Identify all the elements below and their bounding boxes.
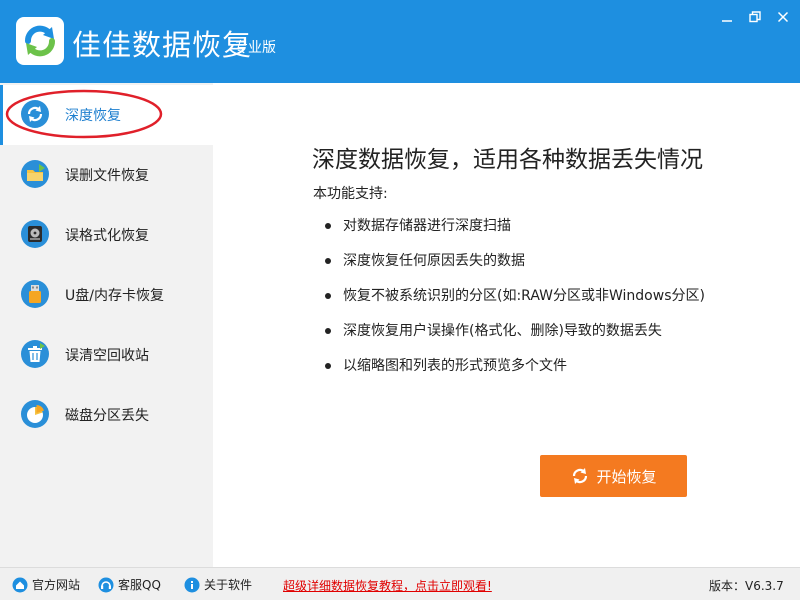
list-item: 以缩略图和列表的形式预览多个文件 bbox=[323, 354, 783, 389]
tutorial-promo-link[interactable]: 超级详细数据恢复教程，点击立即观看! bbox=[283, 577, 492, 594]
start-recovery-label: 开始恢复 bbox=[596, 467, 657, 486]
bullet-icon bbox=[325, 223, 331, 229]
page-title: 深度数据恢复，适用各种数据丢失情况 bbox=[312, 147, 703, 173]
recycle-bin-icon bbox=[21, 340, 49, 368]
list-item: 恢复不被系统识别的分区(如:RAW分区或非Windows分区) bbox=[323, 284, 783, 319]
sidebar-item-label: 误删文件恢复 bbox=[65, 168, 149, 184]
usb-drive-icon bbox=[21, 280, 49, 308]
sidebar-item-label: 深度恢复 bbox=[65, 108, 121, 124]
headset-icon bbox=[98, 577, 114, 592]
refresh-icon bbox=[21, 100, 49, 128]
list-item: 深度恢复用户误操作(格式化、删除)导致的数据丢失 bbox=[323, 319, 783, 354]
list-item: 深度恢复任何原因丢失的数据 bbox=[323, 249, 783, 284]
title-bar: 佳佳数据恢复 专业版 bbox=[0, 0, 800, 83]
service-qq-link[interactable]: 客服QQ bbox=[98, 576, 161, 593]
official-site-link[interactable]: 官方网站 bbox=[12, 576, 80, 593]
app-name: 佳佳数据恢复 bbox=[72, 28, 253, 62]
home-icon bbox=[12, 577, 28, 592]
bullet-icon bbox=[325, 258, 331, 264]
sidebar: 深度恢复 误删文件恢复 误格式化恢复 U盘/内存卡恢复 误清空回收站 磁盘分区丢… bbox=[0, 83, 213, 567]
app-edition: 专业版 bbox=[234, 40, 276, 56]
app-logo-icon bbox=[16, 17, 64, 65]
restore-icon bbox=[749, 11, 761, 23]
sidebar-item-label: U盘/内存卡恢复 bbox=[65, 288, 164, 304]
sidebar-item-label: 误清空回收站 bbox=[65, 348, 149, 364]
sidebar-item-label: 误格式化恢复 bbox=[65, 228, 149, 244]
close-button[interactable] bbox=[772, 6, 794, 28]
minimize-button[interactable] bbox=[716, 6, 738, 28]
sidebar-item-recycle-bin-recovery[interactable]: 误清空回收站 bbox=[0, 325, 213, 385]
sidebar-item-deleted-file-recovery[interactable]: 误删文件恢复 bbox=[0, 145, 213, 205]
close-icon bbox=[777, 11, 789, 23]
bullet-icon bbox=[325, 328, 331, 334]
folder-icon bbox=[21, 160, 49, 188]
sidebar-item-label: 磁盘分区丢失 bbox=[65, 408, 149, 424]
info-icon bbox=[184, 577, 200, 592]
list-item: 对数据存储器进行深度扫描 bbox=[323, 214, 783, 249]
pie-chart-icon bbox=[21, 400, 49, 428]
restore-button[interactable] bbox=[744, 6, 766, 28]
sidebar-item-deep-recovery[interactable]: 深度恢复 bbox=[0, 85, 213, 145]
status-bar: 官方网站 客服QQ 关于软件 超级详细数据恢复教程，点击立即观看! 版本：V6.… bbox=[0, 567, 800, 600]
bullet-icon bbox=[325, 293, 331, 299]
support-label: 本功能支持: bbox=[313, 186, 388, 202]
about-link[interactable]: 关于软件 bbox=[184, 576, 252, 593]
feature-list: 对数据存储器进行深度扫描 深度恢复任何原因丢失的数据 恢复不被系统识别的分区(如… bbox=[323, 214, 783, 389]
start-recovery-button[interactable]: 开始恢复 bbox=[540, 455, 687, 497]
disk-icon bbox=[21, 220, 49, 248]
bullet-icon bbox=[325, 363, 331, 369]
version-label: 版本：V6.3.7 bbox=[709, 579, 784, 593]
minimize-icon bbox=[722, 20, 732, 22]
sidebar-item-partition-lost[interactable]: 磁盘分区丢失 bbox=[0, 385, 213, 445]
refresh-icon bbox=[573, 468, 588, 484]
sidebar-item-format-recovery[interactable]: 误格式化恢复 bbox=[0, 205, 213, 265]
sidebar-item-usb-card-recovery[interactable]: U盘/内存卡恢复 bbox=[0, 265, 213, 325]
